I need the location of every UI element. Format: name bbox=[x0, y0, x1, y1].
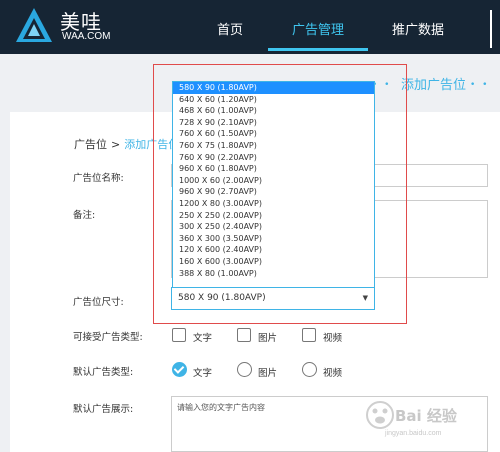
default-video-label: 视频 bbox=[323, 368, 343, 379]
size-label: 广告位尺寸: bbox=[73, 297, 124, 308]
highlight-frame bbox=[153, 64, 407, 324]
brand-domain: WAA.COM bbox=[62, 31, 111, 42]
brand-logo-icon[interactable] bbox=[14, 6, 54, 46]
watermark-url: jingyan.baidu.com bbox=[385, 430, 442, 437]
default-text-radio[interactable] bbox=[172, 362, 187, 377]
breadcrumb-separator: > bbox=[111, 138, 121, 151]
active-tab-indicator bbox=[268, 48, 368, 51]
nav-item-home[interactable]: 首页 bbox=[217, 19, 243, 38]
default-video-radio[interactable] bbox=[302, 362, 317, 377]
watermark-text: Bai 经验 bbox=[395, 407, 457, 425]
nav-item-promotion-data[interactable]: 推广数据 bbox=[392, 19, 444, 38]
title-dots-right: • • bbox=[470, 80, 490, 90]
note-label: 备注: bbox=[73, 210, 96, 221]
accept-text-checkbox[interactable] bbox=[172, 328, 186, 342]
accept-text-label: 文字 bbox=[193, 333, 213, 344]
default-display-placeholder: 请输入您的文字广告内容 bbox=[177, 403, 265, 412]
accept-video-label: 视频 bbox=[323, 333, 343, 344]
breadcrumb-root[interactable]: 广告位 bbox=[74, 138, 107, 151]
nav-divider bbox=[490, 10, 492, 48]
default-image-label: 图片 bbox=[258, 368, 278, 379]
default-display-label: 默认广告展示: bbox=[73, 404, 134, 415]
default-image-radio[interactable] bbox=[237, 362, 252, 377]
accept-image-checkbox[interactable] bbox=[237, 328, 251, 342]
nav-item-ad-management[interactable]: 广告管理 bbox=[292, 19, 344, 38]
top-navbar: 美哇 WAA.COM 首页 广告管理 推广数据 bbox=[0, 0, 500, 54]
default-type-label: 默认广告类型: bbox=[73, 367, 134, 378]
default-text-label: 文字 bbox=[193, 368, 213, 379]
accept-image-label: 图片 bbox=[258, 333, 278, 344]
accept-types-label: 可接受广告类型: bbox=[73, 332, 143, 343]
page-title: 添加广告位 bbox=[401, 78, 467, 93]
name-label: 广告位名称: bbox=[73, 173, 124, 184]
accept-video-checkbox[interactable] bbox=[302, 328, 316, 342]
